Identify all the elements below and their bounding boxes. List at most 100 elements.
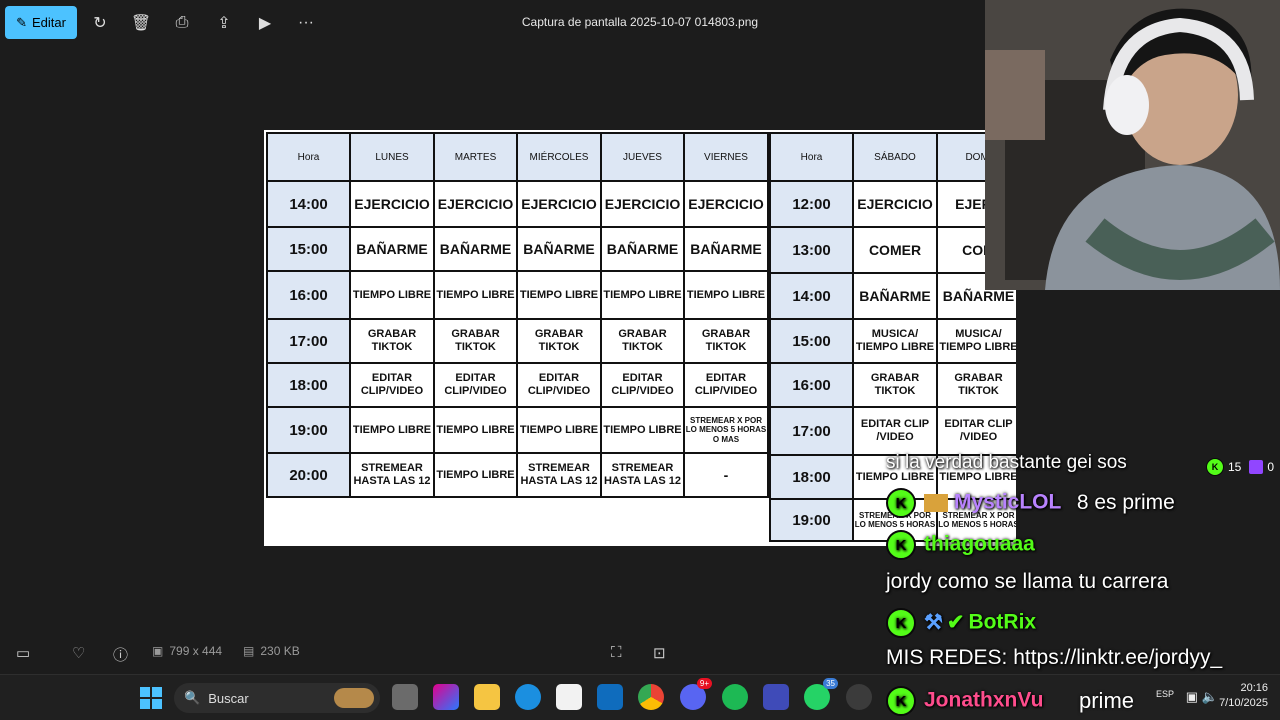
file-explorer-icon[interactable] <box>474 684 500 710</box>
whatsapp-icon[interactable]: 35 <box>804 678 838 710</box>
schedule-activity-cell: EDITAR CLIP /VIDEO <box>852 406 938 456</box>
schedule-header-row: Hora SÁBADO DOMI <box>769 132 1016 182</box>
spotify-icon[interactable] <box>722 684 748 710</box>
schedule-activity-cell: GRABAR TIKTOK <box>936 362 1016 408</box>
windows-start-icon[interactable] <box>140 687 162 709</box>
edit-button[interactable]: ✎ Editar <box>5 6 77 39</box>
store-icon[interactable] <box>556 684 582 710</box>
schedule-row: 12:00 EJERCICIO EJERC <box>769 180 1016 228</box>
schedule-header-cell: VIERNES <box>683 132 769 182</box>
schedule-activity-cell: GRABAR TIKTOK <box>600 318 685 364</box>
chat-username: MysticLOL <box>954 490 1061 514</box>
schedule-activity-cell: MUSICA/ TIEMPO LIBRE <box>852 318 938 364</box>
schedule-activity-cell: BAÑARME <box>349 226 435 272</box>
dimensions-text: 799 x 444 <box>169 644 223 658</box>
task-view-icon[interactable] <box>392 684 418 710</box>
schedule-activity-cell: EDITAR CLIP/VIDEO <box>683 362 769 408</box>
outlook-icon[interactable] <box>597 684 623 710</box>
schedule-row: 15:00 BAÑARME BAÑARME BAÑARME BAÑARME BAÑARME <box>266 226 769 272</box>
more-options-button[interactable]: ··· <box>294 11 318 35</box>
schedule-activity-cell: EJERCICIO <box>433 180 518 228</box>
schedule-activity-cell: EDITAR CLIP/VIDEO <box>349 362 435 408</box>
app-icon[interactable] <box>763 684 789 710</box>
chat-username: thiagouaaa <box>924 532 1035 556</box>
schedule-row: 18:00 EDITAR CLIP/VIDEO EDITAR CLIP/VIDEO E… <box>266 362 769 408</box>
schedule-activity-cell: BAÑARME <box>433 226 518 272</box>
schedule-activity-cell: GRABAR TIKTOK <box>852 362 938 408</box>
schedule-header-cell: MIÉRCOLES <box>516 132 602 182</box>
taskbar-search[interactable]: 🔍 Buscar <box>174 683 380 713</box>
schedule-activity-cell: GRABAR TIKTOK <box>516 318 602 364</box>
webcam-overlay <box>985 0 1280 290</box>
schedule-activity-cell: - <box>683 452 769 498</box>
schedule-header-row: Hora LUNES MARTES MIÉRCOLES JUEVES VIERNES <box>266 132 769 182</box>
discord-icon[interactable]: 9+ <box>680 678 712 710</box>
schedule-activity-cell: EDITAR CLIP /VIDEO <box>936 406 1016 456</box>
chrome-icon[interactable] <box>638 684 664 710</box>
chat-username: BotRix <box>968 610 1037 634</box>
filesize-readout: ▤ 230 KB <box>243 644 300 658</box>
viewer-counts: K 15 0 <box>1206 458 1274 476</box>
chat-message: K JonathxnVu <box>886 686 1043 716</box>
stream-chat-overlay: si la verdad bastante gei sos K 15 0 K My… <box>886 450 1280 720</box>
verified-icon: ✔ <box>946 610 965 634</box>
schedule-table-weekdays: Hora LUNES MARTES MIÉRCOLES JUEVES VIERNES 14:… <box>266 132 769 498</box>
share-icon[interactable]: ⇪ <box>212 11 236 35</box>
filesize-text: 230 KB <box>260 644 300 658</box>
edge-icon[interactable] <box>515 684 541 710</box>
schedule-activity-cell: TIEMPO LIBRE <box>433 406 518 454</box>
schedule-header-cell: SÁBADO <box>852 132 938 182</box>
kick-icon: K <box>886 530 916 560</box>
schedule-activity-cell: GRABAR TIKTOK <box>433 318 518 364</box>
disk-icon: ▤ <box>243 644 255 658</box>
schedule-activity-cell: COMER <box>852 226 938 274</box>
schedule-header-cell: MARTES <box>433 132 518 182</box>
schedule-activity-cell: TIEMPO LIBRE <box>349 270 435 320</box>
search-icon: 🔍 <box>184 690 201 705</box>
print-icon[interactable]: ⎙ <box>170 11 194 35</box>
delete-icon[interactable]: 🗑 <box>129 11 153 35</box>
schedule-hour-cell: 18:00 <box>769 454 854 500</box>
schedule-row: 20:00 STREMEAR HASTA LAS 12 TIEMPO LIBRE ST… <box>266 452 769 498</box>
schedule-hour-cell: 19:00 <box>769 498 854 542</box>
kick-icon: K <box>886 608 916 638</box>
search-placeholder: Buscar <box>208 690 249 706</box>
schedule-activity-cell: STREMEAR HASTA LAS 12 <box>516 452 602 498</box>
schedule-activity-cell: BAÑARME <box>683 226 769 272</box>
kick-count: 15 <box>1228 460 1242 474</box>
actual-size-icon[interactable]: ⊡ <box>653 644 666 662</box>
schedule-activity-cell: BAÑARME <box>600 226 685 272</box>
chat-message: si la verdad bastante gei sos <box>886 452 1127 473</box>
schedule-activity-cell: TIEMPO LIBRE <box>349 406 435 454</box>
search-highlight-icon <box>334 688 374 708</box>
schedule-activity-cell: GRABAR TIKTOK <box>349 318 435 364</box>
favorite-icon[interactable]: ♡ <box>72 644 85 662</box>
slideshow-icon[interactable]: ▶ <box>253 11 277 35</box>
schedule-image-left: Hora LUNES MARTES MIÉRCOLES JUEVES VIERNES 14:… <box>264 130 769 546</box>
edit-icon: ✎ <box>16 14 27 30</box>
kick-icon: K <box>886 488 916 518</box>
schedule-row: 16:00 TIEMPO LIBRE TIEMPO LIBRE TIEMPO LIBR… <box>266 270 769 320</box>
schedule-activity-cell: STREMEAR HASTA LAS 12 <box>600 452 685 498</box>
obs-icon[interactable] <box>846 684 872 710</box>
edit-button-label: Editar <box>31 15 66 30</box>
schedule-activity-cell: TIEMPO LIBRE <box>683 270 769 320</box>
schedule-row: 14:00 BAÑARME BAÑARME <box>769 272 1016 320</box>
schedule-row: 13:00 COMER COM <box>769 226 1016 274</box>
schedule-hour-cell: 20:00 <box>266 452 351 498</box>
rotate-icon[interactable]: ↻ <box>88 11 112 35</box>
fit-screen-icon[interactable]: ⛶ <box>611 644 622 661</box>
image-size-icon: ▣ <box>152 644 164 658</box>
schedule-row: 16:00 GRABAR TIKTOK GRABAR TIKTOK <box>769 362 1016 408</box>
kick-icon: K <box>1206 458 1224 476</box>
schedule-header-cell: JUEVES <box>600 132 685 182</box>
info-icon[interactable]: ⓘ <box>113 644 128 665</box>
chat-message: jordy como se llama tu carrera <box>886 570 1169 593</box>
filmstrip-icon[interactable]: ▭ <box>16 644 30 662</box>
hammer-icon: ⚒ <box>924 610 943 634</box>
schedule-row: 15:00 MUSICA/ TIEMPO LIBRE MUSICA/ TIEMPO … <box>769 318 1016 364</box>
schedule-activity-cell: BAÑARME <box>516 226 602 272</box>
schedule-activity-cell: GRABAR TIKTOK <box>683 318 769 364</box>
m365-icon[interactable] <box>433 684 459 710</box>
schedule-row: 17:00 EDITAR CLIP /VIDEO EDITAR CLIP /VIDE… <box>769 406 1016 456</box>
